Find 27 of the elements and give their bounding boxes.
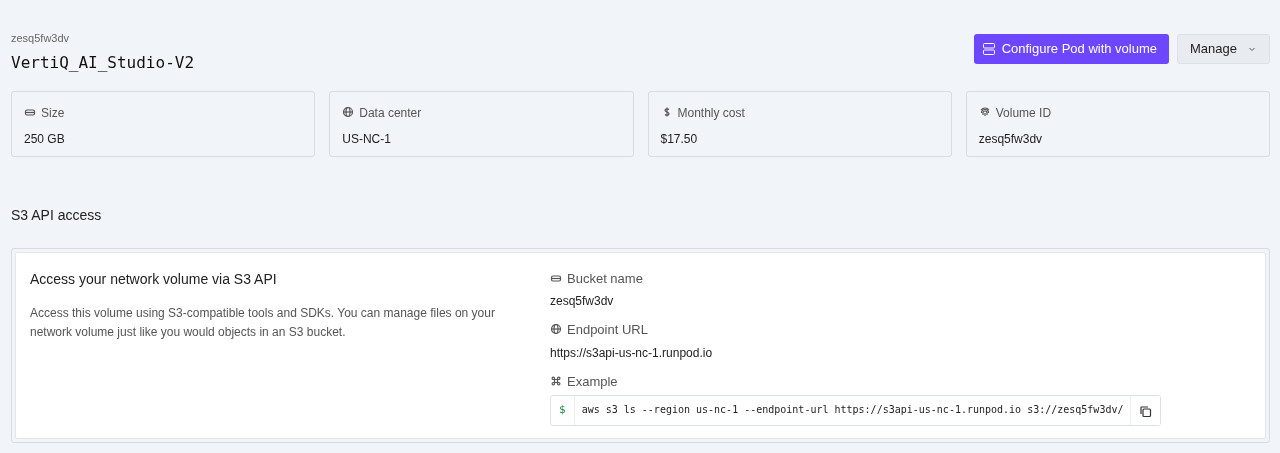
stat-value: US-NC-1 bbox=[342, 130, 392, 148]
field-value: https://s3api-us-nc-1.runpod.io bbox=[550, 344, 714, 362]
globe-icon bbox=[550, 323, 562, 335]
copy-icon bbox=[1139, 404, 1153, 418]
manage-button[interactable]: Manage bbox=[1177, 34, 1270, 64]
command-text: aws s3 ls --region us-nc-1 --endpoint-url https://s3api-us-nc-1.runpod.io s3://zesq5fw3dv/ bbox=[580, 403, 1125, 417]
stat-label: Volume ID bbox=[995, 105, 1052, 120]
description-text: Access this volume using S3-compatible tools and SDKs. You can manage files on your network volume just like you would objects in an S3 bucket. bbox=[30, 304, 496, 341]
stat-value: $17.50 bbox=[660, 130, 699, 148]
configure-pod-button[interactable]: Configure Pod with volume bbox=[973, 34, 1169, 64]
stat-value: 250 GB bbox=[24, 130, 66, 148]
copy-button[interactable] bbox=[1130, 396, 1161, 425]
volume-id-text: zesq5fw3dv bbox=[11, 31, 71, 46]
stat-label: Size bbox=[41, 105, 65, 120]
field-label: Endpoint URL bbox=[567, 322, 648, 337]
volume-title: VertiQ_AI_Studio-V2 bbox=[11, 51, 195, 74]
stat-value: zesq5fw3dv bbox=[978, 130, 1044, 148]
section-heading: S3 API access bbox=[11, 205, 103, 225]
globe-icon bbox=[342, 105, 355, 118]
field-value: zesq5fw3dv bbox=[550, 293, 615, 310]
stat-label: Data center bbox=[359, 105, 422, 120]
server-icon bbox=[981, 41, 996, 56]
field-label: Bucket name bbox=[567, 270, 643, 286]
stat-label: Monthly cost bbox=[677, 105, 745, 120]
command-icon bbox=[550, 374, 562, 387]
field-label: Example bbox=[567, 373, 618, 389]
card-title: Access your network volume via S3 API bbox=[30, 269, 278, 289]
